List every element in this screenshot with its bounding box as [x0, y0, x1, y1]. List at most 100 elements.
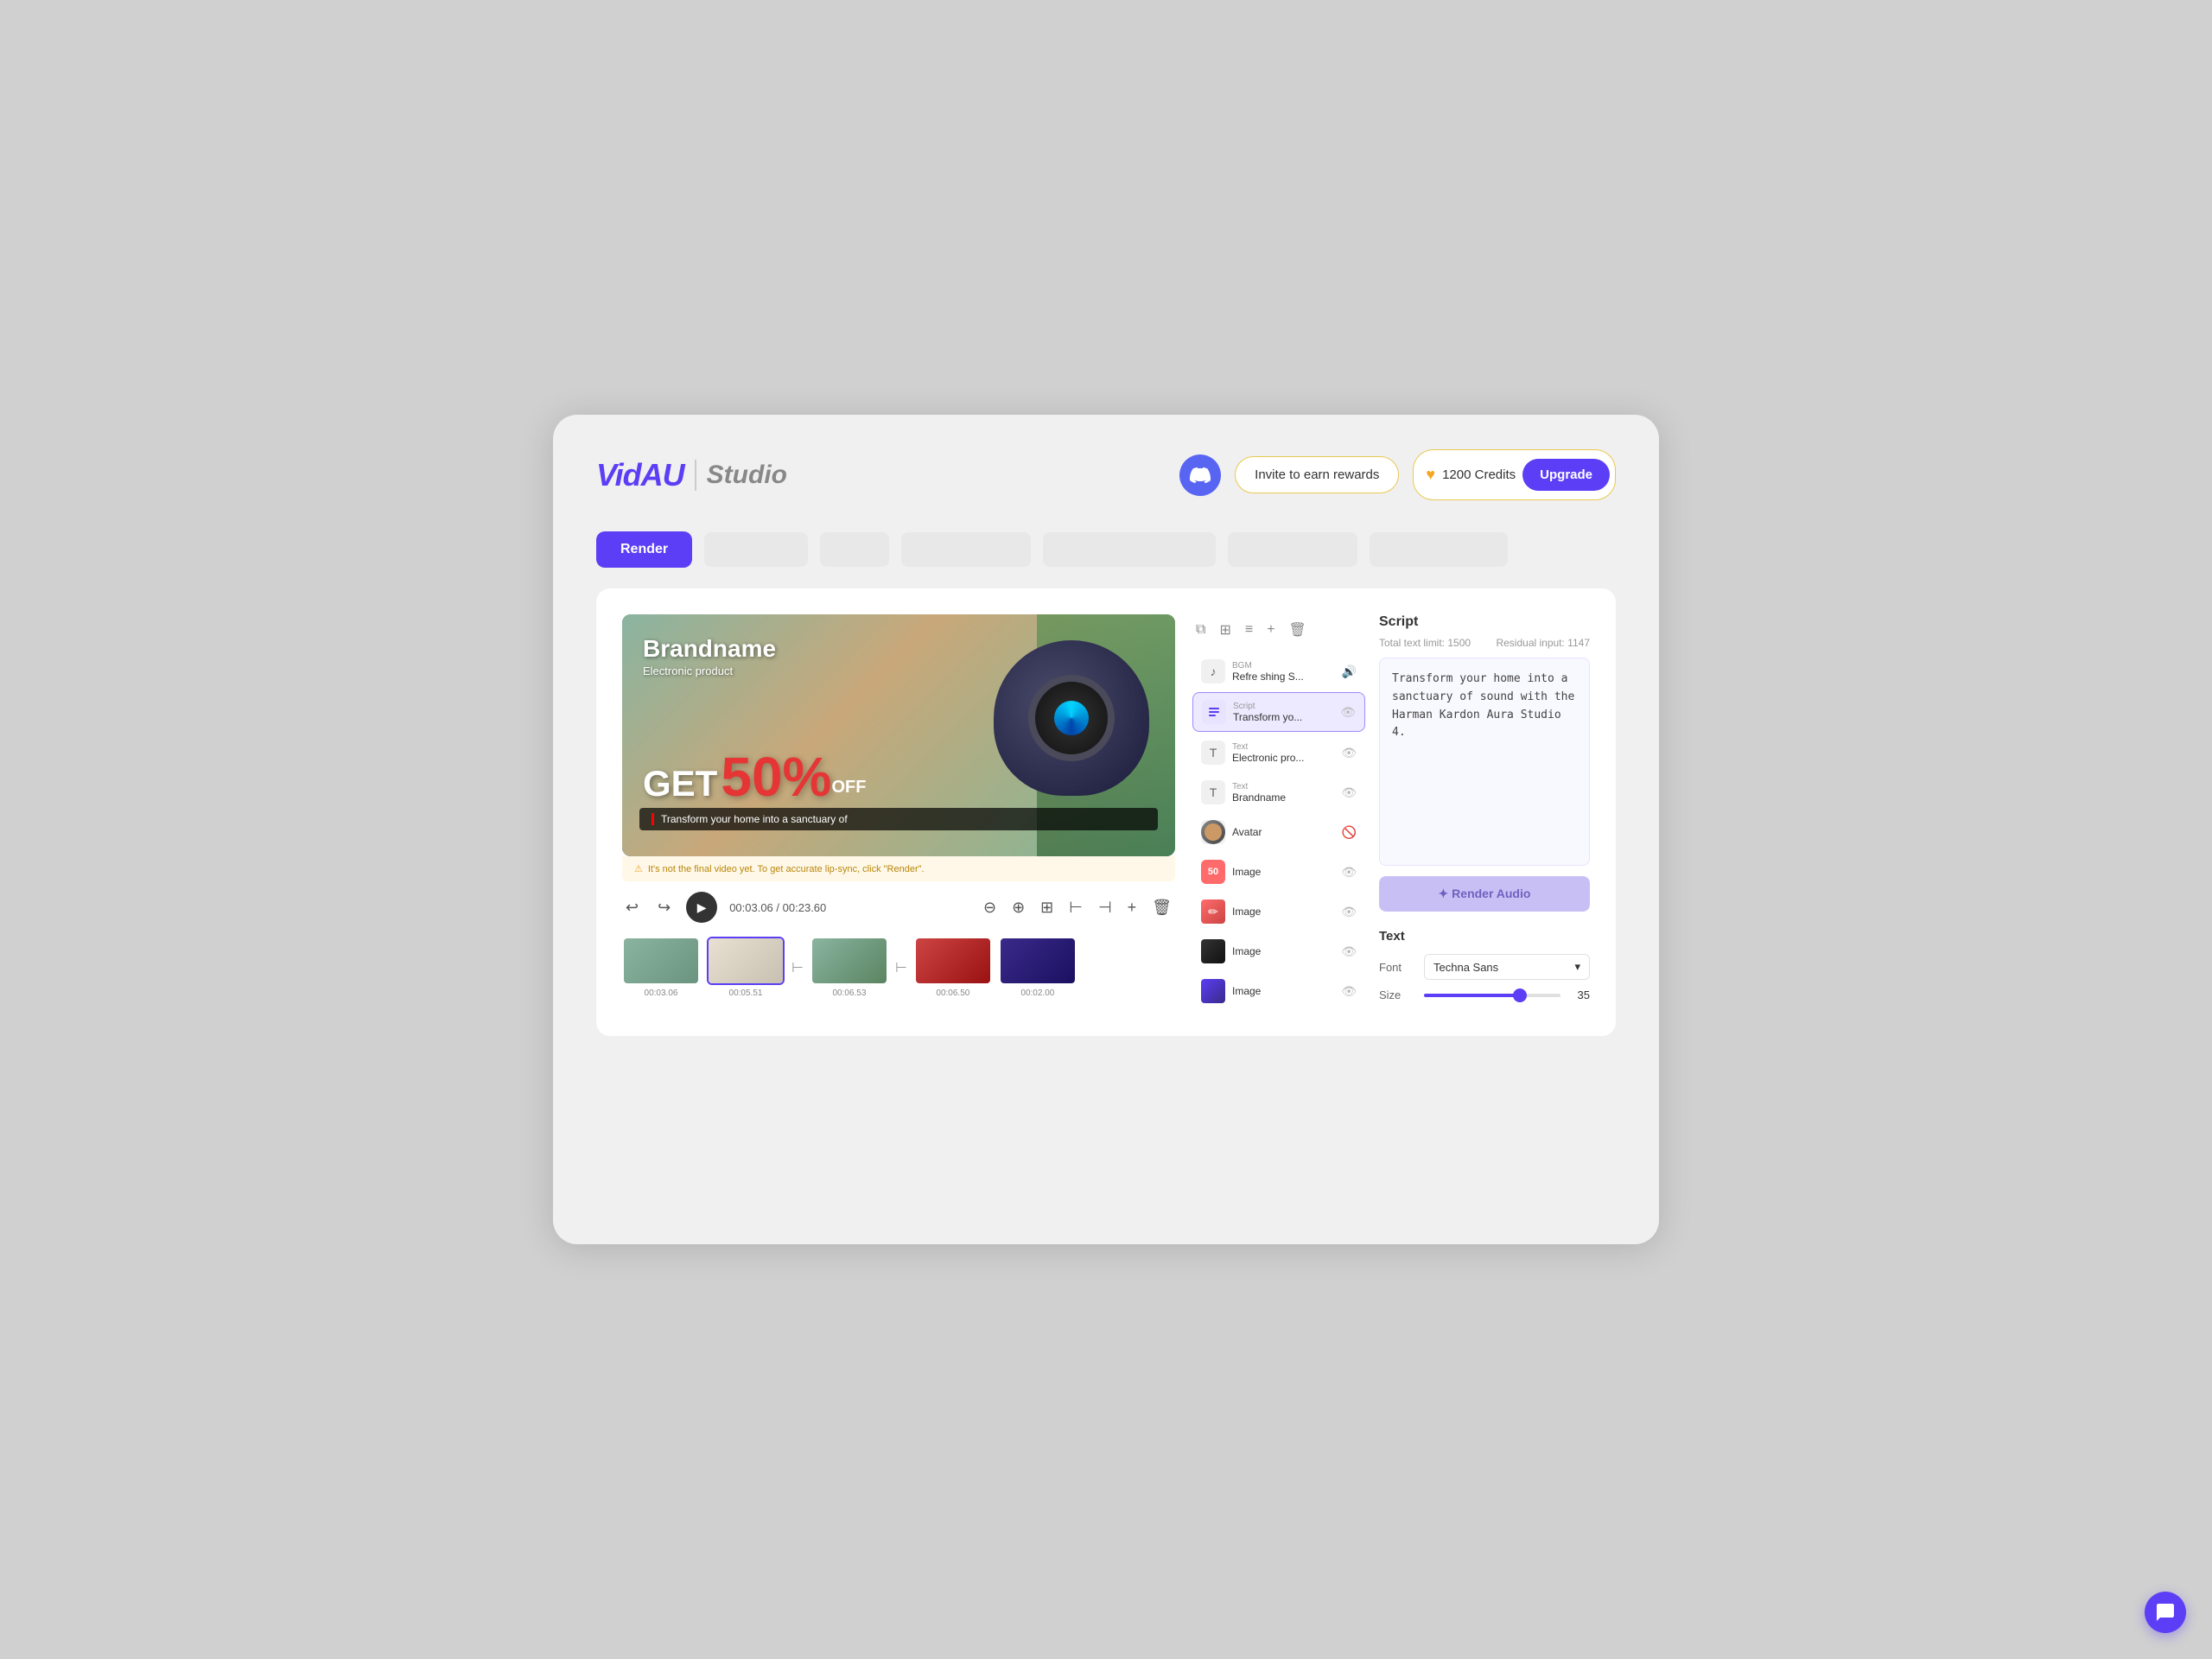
delete-clip-button[interactable]: 🗑: [1148, 895, 1175, 920]
discord-button[interactable]: [1179, 454, 1221, 496]
time-separator: /: [776, 901, 782, 914]
tab-2[interactable]: [820, 532, 889, 567]
layer-bgm[interactable]: ♪ BGM Refre shing S... 🔊: [1192, 652, 1365, 690]
discount-area: GET 50% OFF: [643, 749, 866, 804]
slider-thumb: [1513, 988, 1527, 1002]
delete-layer-button[interactable]: 🗑: [1286, 618, 1310, 642]
tab-3[interactable]: [901, 532, 1031, 567]
layer-imagedark-name: Image: [1232, 945, 1334, 957]
render-audio-button[interactable]: ✦ Render Audio: [1379, 876, 1590, 912]
main-panel: Brandname Electronic product GET 50% OFF…: [596, 588, 1616, 1036]
copy-layer-button[interactable]: ⧉: [1192, 619, 1209, 641]
timeline-item-3[interactable]: 00:06.53: [810, 937, 888, 998]
timeline-item-1[interactable]: 00:03.06: [622, 937, 700, 998]
font-select[interactable]: Techna Sans ▾: [1424, 954, 1590, 980]
credits-area: ♥ 1200 Credits Upgrade: [1413, 449, 1616, 500]
logo-text: VidAU: [596, 457, 684, 493]
layer-image50-name: Image: [1232, 866, 1334, 878]
text2-eye-icon[interactable]: 👁: [1341, 785, 1357, 800]
app-container: VidAU Studio Invite to earn rewards ♥ 12…: [553, 415, 1659, 1244]
split-button[interactable]: ⊢: [1065, 895, 1086, 920]
time-display: 00:03.06 / 00:23.60: [729, 901, 826, 914]
tab-1[interactable]: [704, 532, 808, 567]
layer-text1-info: Text Electronic pro...: [1232, 742, 1334, 764]
extend-button[interactable]: ⊣: [1095, 895, 1116, 920]
video-background: Brandname Electronic product GET 50% OFF…: [622, 614, 1175, 856]
layer-image-gradient[interactable]: Image 👁: [1192, 972, 1365, 1010]
imagedark-eye-icon[interactable]: 👁: [1341, 944, 1357, 959]
layer-text2-info: Text Brandname: [1232, 782, 1334, 804]
undo-button[interactable]: ↩: [622, 895, 642, 920]
layer-imagebrush-name: Image: [1232, 906, 1334, 918]
layer-image-50[interactable]: 50 Image 👁: [1192, 853, 1365, 891]
discount-value: 50%: [721, 749, 831, 804]
logo-divider: [695, 460, 696, 491]
layer-image-brush[interactable]: ✏ Image 👁: [1192, 893, 1365, 931]
bgm-volume-icon[interactable]: 🔊: [1342, 664, 1357, 679]
align-layer-button[interactable]: ⊞: [1216, 618, 1234, 642]
timeline-time-4: 00:06.50: [936, 988, 969, 998]
tab-4[interactable]: [1043, 532, 1216, 567]
text1-eye-icon[interactable]: 👁: [1341, 746, 1357, 760]
studio-label: Studio: [707, 461, 787, 490]
script-meta: Total text limit: 1500 Residual input: 1…: [1379, 637, 1590, 649]
credits-count: 1200 Credits: [1442, 467, 1516, 482]
tab-6[interactable]: [1370, 532, 1508, 567]
timeline-time-1: 00:03.06: [645, 988, 678, 998]
redo-button[interactable]: ↪: [654, 895, 674, 920]
image50-eye-icon[interactable]: 👁: [1341, 865, 1357, 880]
layers-panel: ⧉ ⊞ ≡ + 🗑 ♪ BGM Refre shing S... 🔊: [1192, 614, 1365, 1010]
timeline-thumb-3: [810, 937, 888, 985]
size-slider[interactable]: [1424, 994, 1560, 997]
size-value: 35: [1569, 988, 1590, 1001]
warning-text: It's not the final video yet. To get acc…: [648, 864, 925, 874]
invite-button[interactable]: Invite to earn rewards: [1235, 456, 1399, 493]
caption-text: Transform your home into a sanctuary of: [652, 813, 1146, 825]
layer-bgm-type: BGM: [1232, 661, 1335, 671]
bgm-icon: ♪: [1201, 659, 1225, 683]
zoom-in-button[interactable]: ⊕: [1008, 895, 1028, 920]
play-button[interactable]: ▶: [686, 892, 717, 923]
layer-image-dark[interactable]: Image 👁: [1192, 932, 1365, 970]
layer-script[interactable]: Script Transform yo... 👁: [1192, 692, 1365, 732]
layer-text2-type: Text: [1232, 782, 1334, 791]
text-properties: Text Font Techna Sans ▾ Size: [1379, 929, 1590, 1010]
get-text: GET: [643, 763, 717, 804]
imagebrush-eye-icon[interactable]: 👁: [1341, 905, 1357, 919]
chat-fab-button[interactable]: [2145, 1592, 2186, 1633]
font-row: Font Techna Sans ▾: [1379, 954, 1590, 980]
timeline-item-4[interactable]: 00:06.50: [914, 937, 992, 998]
render-button[interactable]: Render: [596, 531, 692, 568]
imagegradient-eye-icon[interactable]: 👁: [1341, 984, 1357, 999]
fit-button[interactable]: ⊞: [1037, 895, 1057, 920]
layer-avatar[interactable]: Avatar 🚫: [1192, 813, 1365, 851]
right-panel: ⧉ ⊞ ≡ + 🗑 ♪ BGM Refre shing S... 🔊: [1192, 614, 1590, 1010]
size-row: Size 35: [1379, 988, 1590, 1001]
layer-imagebrush-info: Image: [1232, 906, 1334, 918]
timeline-thumb-2: [707, 937, 785, 985]
layer-text-2[interactable]: T Text Brandname 👁: [1192, 773, 1365, 811]
zoom-out-button[interactable]: ⊖: [980, 895, 1000, 920]
timeline-item-2[interactable]: 00:05.51: [707, 937, 785, 998]
layer-bgm-name: Refre shing S...: [1232, 671, 1335, 683]
tab-5[interactable]: [1228, 532, 1357, 567]
layer-image50-info: Image: [1232, 866, 1334, 878]
add-layer-button[interactable]: +: [1263, 619, 1278, 641]
upgrade-button[interactable]: Upgrade: [1522, 459, 1610, 491]
layer-avatar-info: Avatar: [1232, 826, 1335, 838]
timeline: 00:03.06 00:05.51 ⊢ 00:06.53 ⊢: [622, 937, 1175, 998]
script-eye-icon[interactable]: 👁: [1340, 705, 1356, 720]
video-preview: Brandname Electronic product GET 50% OFF…: [622, 614, 1175, 856]
avatar-eye-icon[interactable]: 🚫: [1342, 825, 1357, 840]
arrange-layer-button[interactable]: ≡: [1242, 619, 1256, 641]
layer-text-1[interactable]: T Text Electronic pro... 👁: [1192, 734, 1365, 772]
add-clip-button[interactable]: +: [1124, 895, 1141, 920]
timeline-item-5[interactable]: 00:02.00: [999, 937, 1077, 998]
avatar-icon: [1201, 820, 1225, 844]
layer-bgm-info: BGM Refre shing S...: [1232, 661, 1335, 683]
script-textarea[interactable]: Transform your home into a sanctuary of …: [1379, 658, 1590, 866]
script-title: Script: [1379, 614, 1590, 630]
chevron-down-icon: ▾: [1574, 960, 1580, 974]
layer-imagedark-info: Image: [1232, 945, 1334, 957]
text-limit: Total text limit: 1500: [1379, 637, 1471, 649]
